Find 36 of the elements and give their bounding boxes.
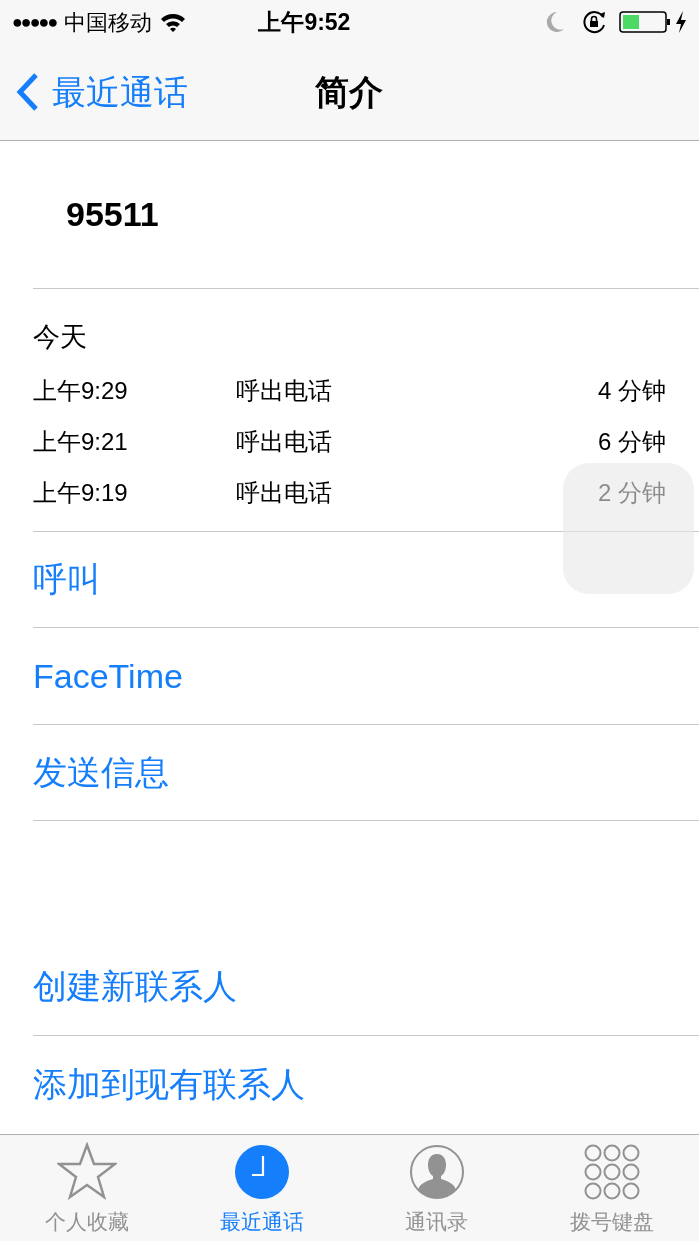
star-icon [57, 1141, 118, 1200]
charging-icon [675, 10, 687, 34]
action-row[interactable]: FaceTime [33, 628, 699, 725]
tab-item[interactable]: 个人收藏 [0, 1134, 175, 1241]
rotation-lock-icon [581, 9, 607, 35]
keypad-icon [583, 1143, 640, 1200]
contact-icon [408, 1143, 465, 1200]
call-duration: 4 分钟 [598, 376, 667, 407]
tab-item[interactable]: 最近通话 [174, 1134, 350, 1241]
call-time: 上午9:21 [33, 427, 129, 458]
call-time: 上午9:29 [33, 376, 129, 407]
phone-number: 95511 [66, 194, 159, 236]
call-type: 呼出电话 [236, 427, 332, 458]
page-title: 简介 [315, 71, 383, 113]
chevron-left-icon [16, 72, 40, 112]
call-duration: 2 分钟 [598, 478, 667, 509]
action-row[interactable]: 添加到现有联系人 [33, 1036, 699, 1134]
wifi-icon [160, 12, 187, 32]
clock-icon [234, 1143, 291, 1200]
moon-icon [545, 11, 565, 33]
action-row[interactable]: 创建新联系人 [33, 938, 699, 1037]
action-row[interactable]: 呼叫 [33, 531, 699, 629]
back-button[interactable]: 最近通话 [0, 66, 188, 118]
action-row[interactable]: 发送信息 [33, 724, 699, 822]
call-type: 呼出电话 [236, 478, 332, 509]
call-time: 上午9:19 [33, 478, 129, 509]
tab-item[interactable]: 通讯录 [349, 1134, 525, 1241]
signal-strength: ●●●●● [12, 10, 57, 34]
tab-item[interactable]: 拨号键盘 [524, 1134, 699, 1241]
carrier-name: 中国移动 [64, 8, 153, 37]
day-heading: 今天 [33, 321, 87, 355]
call-duration: 6 分钟 [598, 427, 667, 458]
battery-icon [619, 10, 671, 34]
call-type: 呼出电话 [236, 376, 332, 407]
assistive-touch-button[interactable] [563, 463, 694, 594]
clock-time: 上午9:52 [258, 7, 351, 37]
